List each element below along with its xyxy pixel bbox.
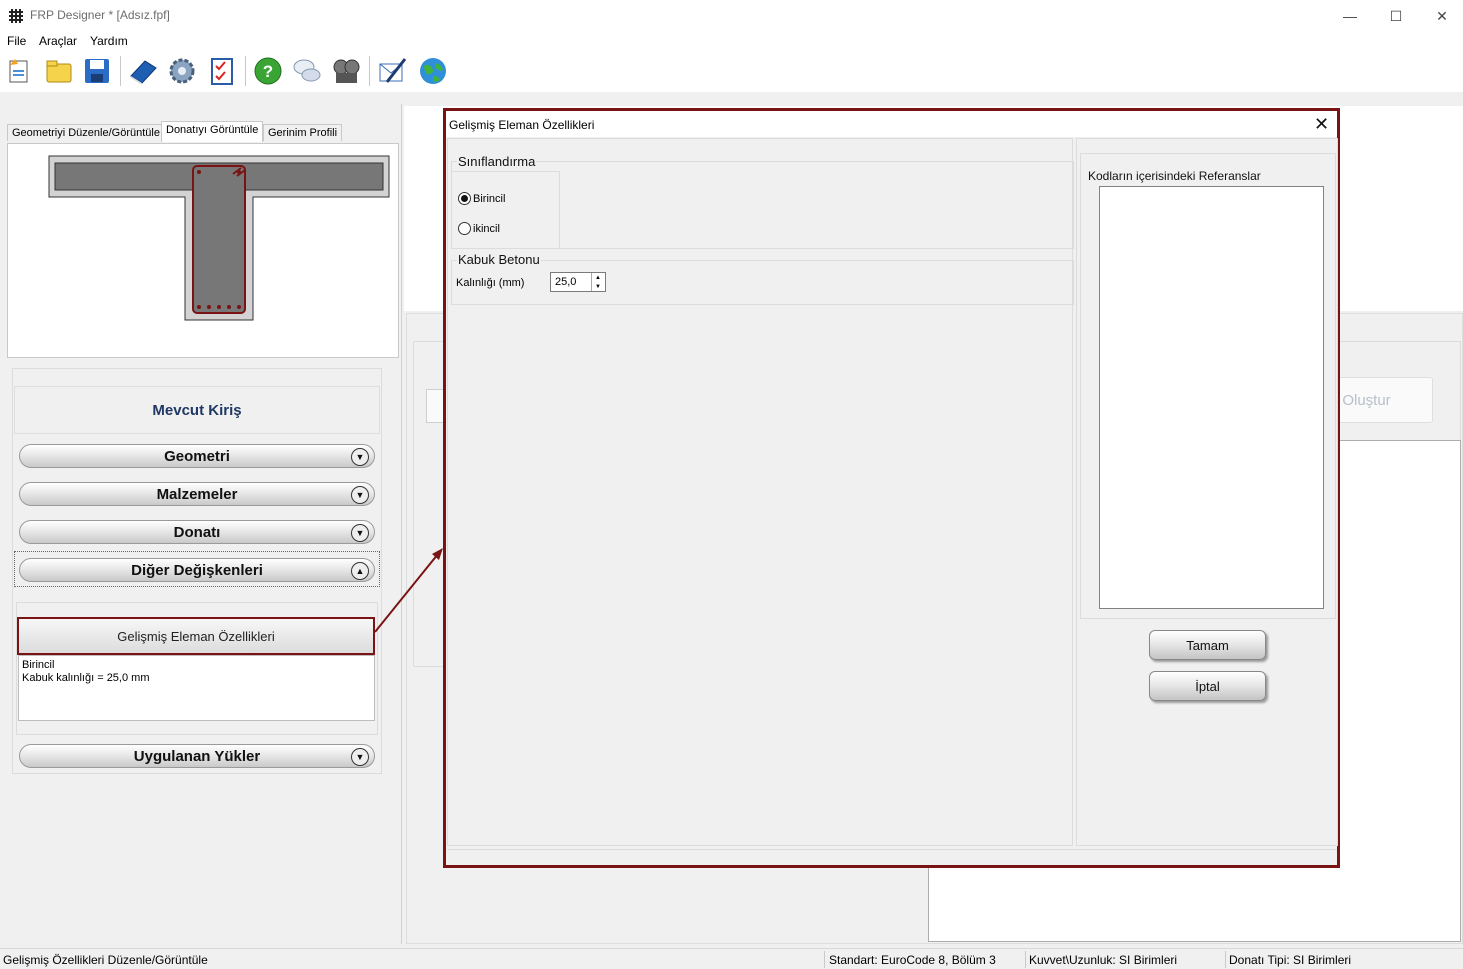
advanced-properties-button[interactable]: Gelişmiş Eleman Özellikleri xyxy=(17,617,375,655)
dialog-title: Gelişmiş Eleman Özellikleri xyxy=(449,118,595,132)
section-preview xyxy=(7,143,399,358)
dialog-right-panel: Kodların içerisindeki Referanslar Tamam … xyxy=(1076,138,1338,846)
callout-arrow xyxy=(374,548,443,633)
window-title: FRP Designer * [Adsız.fpf] xyxy=(30,8,170,22)
book-icon[interactable] xyxy=(128,56,158,86)
references-list[interactable] xyxy=(1099,186,1324,609)
svg-text:?: ? xyxy=(263,62,273,81)
status-separator xyxy=(1025,951,1026,968)
help-icon[interactable]: ? xyxy=(253,56,283,86)
radio-secondary-label: ikincil xyxy=(473,222,500,235)
radio-secondary[interactable]: ikincil xyxy=(458,222,500,235)
title-bar: FRP Designer * [Adsız.fpf] — ☐ ✕ xyxy=(0,0,1463,32)
toolbar: ? xyxy=(0,50,1463,92)
classification-label: Sınıflandırma xyxy=(457,154,537,169)
accordion-label: Donatı xyxy=(173,523,221,541)
thickness-label: Kalınlığı (mm) xyxy=(456,277,525,289)
status-units: Kuvvet\Uzunluk: SI Birimleri xyxy=(1029,953,1178,967)
toolbar-separator xyxy=(120,56,121,86)
menu-araclar[interactable]: Araçlar xyxy=(39,34,77,48)
status-separator xyxy=(1225,951,1226,968)
t-beam-section-drawing xyxy=(48,155,390,321)
geometry-accordion-button[interactable]: Geometri ▼ xyxy=(19,444,375,468)
app-logo-icon xyxy=(8,8,24,24)
status-standard: Standart: EuroCode 8, Bölüm 3 xyxy=(829,953,996,967)
status-separator xyxy=(824,951,825,968)
ok-button[interactable]: Tamam xyxy=(1149,630,1266,660)
film-icon[interactable] xyxy=(331,56,361,86)
dialog-title-bar: Gelişmiş Eleman Özellikleri ✕ xyxy=(446,111,1337,137)
thickness-value[interactable]: 25,0 xyxy=(555,276,576,288)
open-folder-icon[interactable] xyxy=(44,56,74,86)
globe-icon[interactable] xyxy=(418,56,448,86)
email-icon[interactable] xyxy=(377,56,407,86)
materials-accordion-button[interactable]: Malzemeler ▼ xyxy=(19,482,375,506)
chat-icon[interactable] xyxy=(292,56,322,86)
tab-geometry-edit[interactable]: Geometriyi Düzenle/Görüntüle xyxy=(7,124,165,141)
menu-bar: File Araçlar Yardım xyxy=(0,32,1463,50)
close-window-button[interactable]: ✕ xyxy=(1419,0,1463,32)
chevron-down-icon: ▼ xyxy=(351,486,369,504)
chevron-down-icon: ▼ xyxy=(351,448,369,466)
save-icon[interactable] xyxy=(82,56,112,86)
new-file-icon[interactable] xyxy=(4,56,34,86)
shell-concrete-label: Kabuk Betonu xyxy=(457,252,541,267)
spin-down-icon[interactable]: ▼ xyxy=(591,282,604,291)
dialog-left-panel: Sınıflandırma Birincil ikincil Kabuk Bet… xyxy=(447,138,1074,846)
toolbar-separator xyxy=(369,56,370,86)
tab-strain-profile[interactable]: Gerinim Profili xyxy=(263,124,343,141)
checklist-icon[interactable] xyxy=(207,56,237,86)
radio-secondary-control[interactable] xyxy=(458,222,471,235)
dialog-close-button[interactable]: ✕ xyxy=(1314,114,1329,135)
status-message: Gelişmiş Özellikleri Düzenle/Görüntüle xyxy=(3,953,208,967)
classification-radio-box xyxy=(451,171,560,249)
dialog-status-strip xyxy=(447,849,1337,865)
accordion-label: Malzemeler xyxy=(156,485,238,503)
status-bar: Gelişmiş Özellikleri Düzenle/Görüntüle S… xyxy=(0,948,1463,969)
minimize-button[interactable]: — xyxy=(1327,0,1373,32)
references-label: Kodların içerisindeki Referanslar xyxy=(1088,169,1261,183)
tab-rebar-view[interactable]: Donatıyı Görüntüle xyxy=(161,121,264,142)
other-variables-accordion-button[interactable]: Diğer Değişkenleri ▲ xyxy=(19,558,375,582)
summary-line: Kabuk kalınlığı = 25,0 mm xyxy=(22,672,150,684)
radio-primary-control[interactable] xyxy=(458,192,471,205)
chevron-down-icon: ▼ xyxy=(351,748,369,766)
cancel-button[interactable]: İptal xyxy=(1149,671,1266,701)
advanced-properties-dialog: Gelişmiş Eleman Özellikleri ✕ Sınıflandı… xyxy=(443,108,1340,868)
accordion-label: Geometri xyxy=(164,447,230,465)
maximize-button[interactable]: ☐ xyxy=(1373,0,1419,32)
settings-icon[interactable] xyxy=(167,56,197,86)
radio-primary-label: Birincil xyxy=(473,192,506,205)
chevron-up-icon: ▲ xyxy=(351,562,369,580)
radio-primary[interactable]: Birincil xyxy=(458,192,505,205)
rebar-accordion-button[interactable]: Donatı ▼ xyxy=(19,520,375,544)
section-title: Mevcut Kiriş xyxy=(14,386,380,434)
shell-concrete-group xyxy=(451,260,1074,305)
summary-line: Birincil xyxy=(22,659,55,671)
thickness-spinbox[interactable]: 25,0 ▲ ▼ xyxy=(550,272,606,292)
toolbar-separator xyxy=(245,56,246,86)
spin-up-icon[interactable]: ▲ xyxy=(591,273,604,282)
accordion-label: Uygulanan Yükler xyxy=(133,747,261,765)
summary-text-box: Birincil Kabuk kalınlığı = 25,0 mm xyxy=(18,655,375,721)
menu-file[interactable]: File xyxy=(7,34,26,48)
menu-yardim[interactable]: Yardım xyxy=(90,34,128,48)
applied-loads-accordion-button[interactable]: Uygulanan Yükler ▼ xyxy=(19,744,375,768)
chevron-down-icon: ▼ xyxy=(351,524,369,542)
status-rebar-type: Donatı Tipi: SI Birimleri xyxy=(1229,953,1352,967)
accordion-label: Diğer Değişkenleri xyxy=(131,561,263,579)
